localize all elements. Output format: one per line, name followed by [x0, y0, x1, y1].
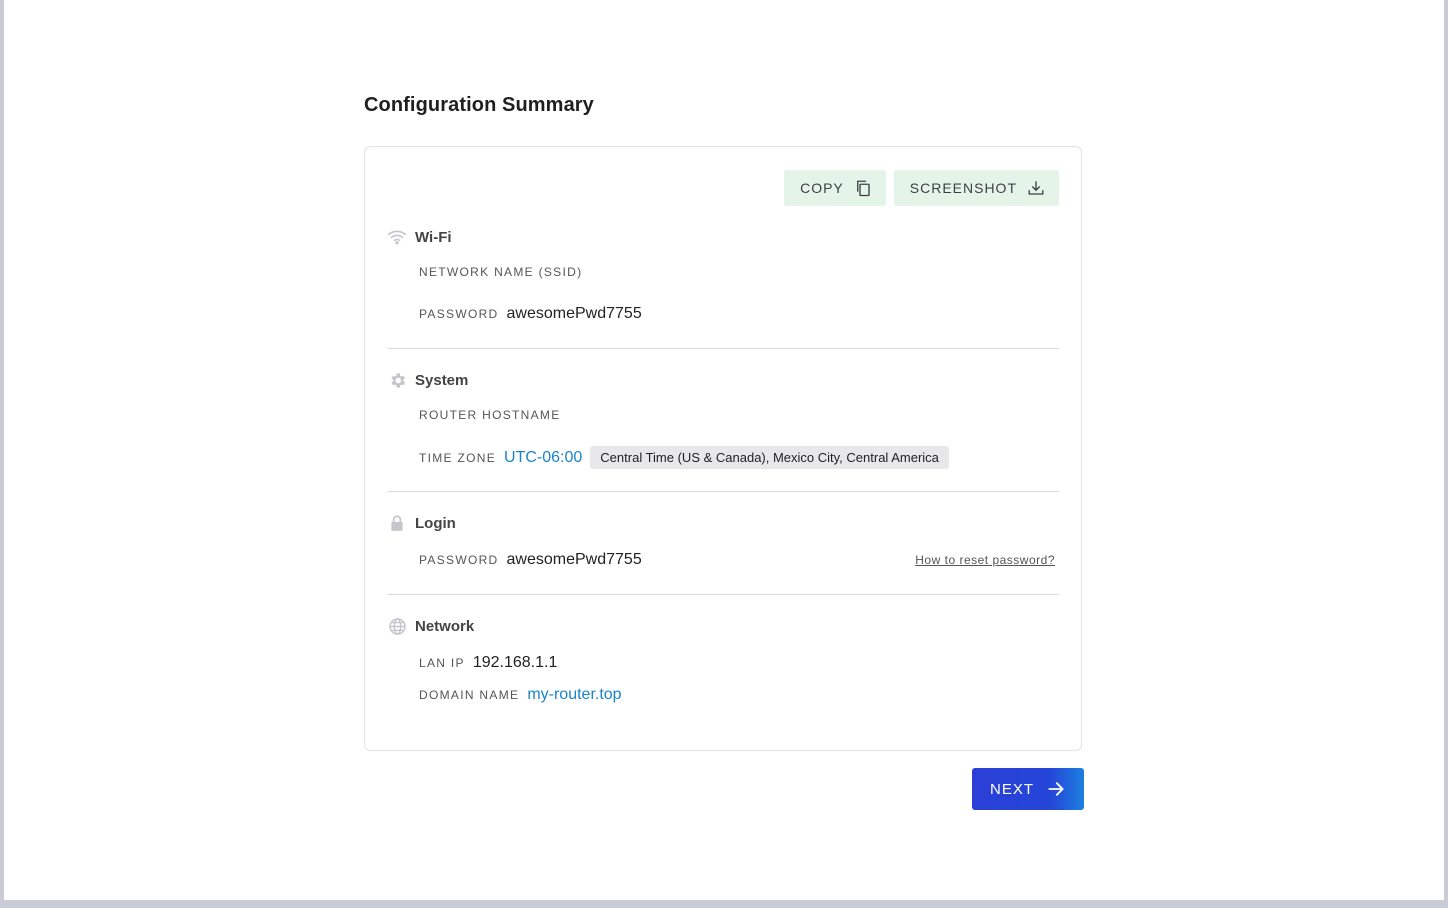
wifi-password-value: awesomePwd7755: [506, 305, 642, 322]
login-password-label: PASSWORD: [419, 553, 499, 567]
timezone-value: UTC-06:00: [504, 448, 583, 466]
divider: [387, 594, 1059, 595]
copy-button-label: COPY: [800, 180, 844, 196]
domain-name-label: DOMAIN NAME: [419, 688, 520, 702]
login-section: Login PASSWORD awesomePwd7755 How to res…: [387, 513, 1059, 583]
divider: [387, 348, 1059, 349]
login-section-title: Login: [415, 514, 456, 532]
timezone-name-badge: Central Time (US & Canada), Mexico City,…: [590, 446, 949, 469]
wifi-password-label: PASSWORD: [419, 307, 499, 321]
copy-icon: [856, 180, 870, 197]
domain-name-value[interactable]: my-router.top: [527, 686, 621, 704]
gear-icon: [387, 370, 407, 390]
network-section: Network LAN IP 192.168.1.1 DOMAIN NAME m…: [387, 616, 1059, 726]
download-icon: [1028, 181, 1044, 195]
login-password-value: awesomePwd7755: [506, 551, 642, 568]
reset-password-link[interactable]: How to reset password?: [915, 553, 1055, 567]
wifi-section: Wi-Fi NETWORK NAME (SSID) PASSWORD aweso…: [387, 227, 1059, 337]
lan-ip-label: LAN IP: [419, 656, 465, 670]
hostname-label: ROUTER HOSTNAME: [419, 408, 561, 422]
lock-icon: [387, 513, 407, 533]
lan-ip-value: 192.168.1.1: [472, 654, 558, 671]
network-section-title: Network: [415, 617, 475, 635]
system-section-title: System: [415, 371, 469, 389]
system-section: System ROUTER HOSTNAME TIME ZONE UTC-06:…: [387, 370, 1059, 480]
screenshot-button[interactable]: SCREENSHOT: [893, 170, 1059, 206]
page-title: Configuration Summary: [364, 94, 594, 116]
screenshot-button-label: SCREENSHOT: [909, 180, 1017, 196]
globe-icon: [387, 616, 407, 636]
divider: [387, 491, 1059, 492]
next-button-label: NEXT: [989, 780, 1034, 798]
wifi-section-title: Wi-Fi: [415, 228, 452, 246]
summary-card: COPY SCREENSHOT Wi-Fi NETWORK NAME (SSID…: [364, 146, 1082, 751]
wifi-icon: [387, 227, 407, 247]
timezone-label: TIME ZONE: [419, 450, 497, 465]
card-toolbar: COPY SCREENSHOT: [784, 170, 1059, 206]
ssid-label: NETWORK NAME (SSID): [419, 265, 583, 279]
app-frame: Configuration Summary COPY SCREENSHOT Wi…: [4, 0, 1444, 900]
arrow-right-icon: [1048, 782, 1064, 796]
copy-button[interactable]: COPY: [784, 170, 886, 206]
next-button[interactable]: NEXT: [972, 768, 1084, 810]
